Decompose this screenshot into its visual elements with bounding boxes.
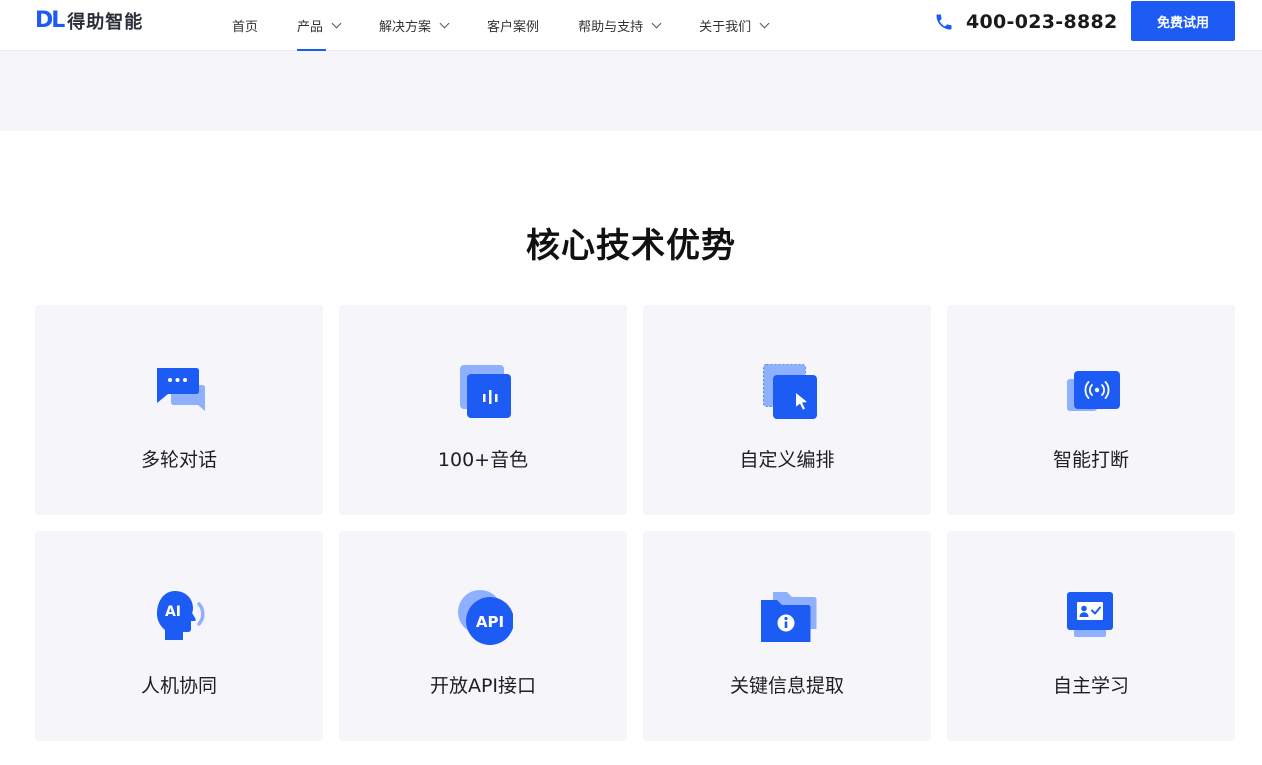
chat-bubbles-icon xyxy=(157,368,205,411)
section-title: 核心技术优势 xyxy=(526,226,736,266)
logo-mark: DL xyxy=(35,8,65,33)
feature-label: 人机协同 xyxy=(140,675,217,697)
nav-home[interactable]: 首页 xyxy=(232,0,258,51)
hero-band xyxy=(0,51,1262,131)
nav-cases[interactable]: 客户案例 xyxy=(487,0,539,51)
phone-number: 400-023-8882 xyxy=(966,11,1118,33)
feature-label: 关键信息提取 xyxy=(729,675,844,697)
voice-tone-icon xyxy=(460,365,511,418)
feature-card-self-learning[interactable]: 自主学习 xyxy=(947,531,1235,741)
chevron-down-icon xyxy=(331,18,342,29)
nav-products-label: 产品 xyxy=(297,20,324,35)
nav-home-label: 首页 xyxy=(232,20,259,35)
chevron-down-icon xyxy=(759,18,770,29)
feature-label: 多轮对话 xyxy=(140,449,217,471)
feature-card-human-ai[interactable]: AI 人机协同 xyxy=(35,531,323,741)
feature-card-voices[interactable]: 100+音色 xyxy=(339,305,627,515)
feature-label: 自主学习 xyxy=(1052,675,1129,697)
svg-text:AI: AI xyxy=(165,604,181,620)
feature-card-key-info[interactable]: 关键信息提取 xyxy=(643,531,931,741)
nav-cases-label: 客户案例 xyxy=(487,20,540,35)
free-trial-button[interactable]: 免费试用 xyxy=(1131,1,1235,41)
feature-label: 100+音色 xyxy=(437,449,529,471)
nav-solutions[interactable]: 解决方案 xyxy=(379,0,450,51)
phone-icon xyxy=(936,14,952,30)
nav-support[interactable]: 帮助与支持 xyxy=(578,0,662,51)
phone-contact[interactable]: 400-023-8882 xyxy=(934,9,1118,35)
chevron-down-icon xyxy=(651,18,662,29)
chevron-down-icon xyxy=(439,18,450,29)
logo[interactable]: DL 得助智能 xyxy=(35,8,144,34)
logo-brand: 得助智能 xyxy=(67,12,144,33)
nav-solutions-label: 解决方案 xyxy=(379,20,432,35)
id-card-check-icon xyxy=(1067,592,1113,637)
signal-interrupt-icon xyxy=(1067,371,1120,411)
main-nav: 首页 产品 解决方案 客户案例 帮助与支持 关于我们 xyxy=(232,0,807,52)
svg-text:API: API xyxy=(476,613,504,631)
feature-card-open-api[interactable]: API 开放API接口 xyxy=(339,531,627,741)
api-icon: API xyxy=(458,590,513,645)
feature-card-orchestration[interactable]: 自定义编排 xyxy=(643,305,931,515)
nav-support-label: 帮助与支持 xyxy=(578,20,644,35)
info-folder-icon xyxy=(761,592,817,642)
cursor-select-icon xyxy=(763,364,817,419)
feature-label: 智能打断 xyxy=(1052,449,1129,471)
feature-label: 开放API接口 xyxy=(429,675,537,697)
nav-products[interactable]: 产品 xyxy=(297,0,342,52)
nav-about-label: 关于我们 xyxy=(699,20,752,35)
feature-card-interrupt[interactable]: 智能打断 xyxy=(947,305,1235,515)
nav-about[interactable]: 关于我们 xyxy=(699,0,770,51)
feature-card-multi-turn[interactable]: 多轮对话 xyxy=(35,305,323,515)
feature-label: 自定义编排 xyxy=(739,449,835,471)
site-header: DL 得助智能 首页 产品 解决方案 客户案例 帮助与支持 关于我们 400-0… xyxy=(0,0,1262,52)
ai-head-icon: AI xyxy=(157,591,205,640)
